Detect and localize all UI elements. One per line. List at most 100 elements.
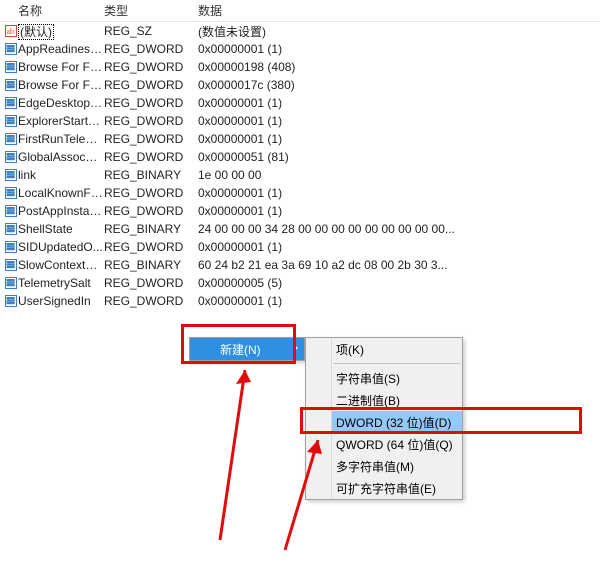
value-type: REG_DWORD — [104, 132, 198, 146]
value-type: REG_DWORD — [104, 78, 198, 92]
value-type: REG_DWORD — [104, 42, 198, 56]
value-data: 0x0000017c (380) — [198, 78, 600, 92]
value-data: 0x00000001 (1) — [198, 186, 600, 200]
context-menu-new-submenu: 项(K) 字符串值(S) 二进制值(B) DWORD (32 位)值(D) QW… — [305, 337, 463, 500]
value-name: link — [18, 168, 104, 182]
value-type: REG_DWORD — [104, 204, 198, 218]
table-row[interactable]: FirstRunTelem...REG_DWORD0x00000001 (1) — [0, 130, 600, 148]
reg-binary-icon — [4, 223, 18, 235]
reg-binary-icon — [4, 43, 18, 55]
menu-item-label: 多字符串值(M) — [336, 458, 414, 475]
submenu-arrow-icon — [293, 344, 298, 352]
table-row[interactable]: SlowContextM...REG_BINARY60 24 b2 21 ea … — [0, 256, 600, 274]
reg-binary-icon — [4, 187, 18, 199]
value-name: SIDUpdatedO... — [18, 240, 104, 254]
value-type: REG_BINARY — [104, 222, 198, 236]
value-type: REG_BINARY — [104, 168, 198, 182]
menu-item-label: 新建(N) — [220, 341, 261, 358]
column-headers: 名称 类型 数据 — [0, 0, 600, 22]
menu-item-new[interactable]: 新建(N) — [190, 338, 304, 360]
reg-string-icon: ab — [4, 25, 18, 37]
value-name: ShellState — [18, 222, 104, 236]
value-list: ab(默认)REG_SZ(数值未设置)AppReadiness...REG_DW… — [0, 22, 600, 310]
value-name: LocalKnownFol... — [18, 186, 104, 200]
table-row[interactable]: Browse For Fol...REG_DWORD0x0000017c (38… — [0, 76, 600, 94]
table-row[interactable]: SIDUpdatedO...REG_DWORD0x00000001 (1) — [0, 238, 600, 256]
reg-binary-icon — [4, 79, 18, 91]
reg-binary-icon — [4, 295, 18, 307]
menu-separator — [334, 363, 460, 364]
reg-binary-icon — [4, 61, 18, 73]
value-data: 60 24 b2 21 ea 3a 69 10 a2 dc 08 00 2b 3… — [198, 258, 600, 272]
table-row[interactable]: GlobalAssocCh...REG_DWORD0x00000051 (81) — [0, 148, 600, 166]
value-data: 0x00000001 (1) — [198, 240, 600, 254]
value-name: TelemetrySalt — [18, 276, 104, 290]
table-row[interactable]: ab(默认)REG_SZ(数值未设置) — [0, 22, 600, 40]
table-row[interactable]: UserSignedInREG_DWORD0x00000001 (1) — [0, 292, 600, 310]
value-data: 0x00000001 (1) — [198, 132, 600, 146]
value-name: SlowContextM... — [18, 258, 104, 272]
value-type: REG_DWORD — [104, 186, 198, 200]
table-row[interactable]: TelemetrySaltREG_DWORD0x00000005 (5) — [0, 274, 600, 292]
value-name: PostAppInstall... — [18, 204, 104, 218]
value-name: AppReadiness... — [18, 42, 104, 56]
value-data: 0x00000001 (1) — [198, 42, 600, 56]
table-row[interactable]: AppReadiness...REG_DWORD0x00000001 (1) — [0, 40, 600, 58]
value-type: REG_DWORD — [104, 96, 198, 110]
reg-binary-icon — [4, 169, 18, 181]
value-data: 0x00000005 (5) — [198, 276, 600, 290]
header-type[interactable]: 类型 — [104, 2, 198, 19]
value-type: REG_DWORD — [104, 114, 198, 128]
value-type: REG_BINARY — [104, 258, 198, 272]
table-row[interactable]: linkREG_BINARY1e 00 00 00 — [0, 166, 600, 184]
reg-binary-icon — [4, 259, 18, 271]
table-row[interactable]: Browse For Fol...REG_DWORD0x00000198 (40… — [0, 58, 600, 76]
menu-item-label: DWORD (32 位)值(D) — [336, 414, 451, 431]
value-data: 0x00000001 (1) — [198, 294, 600, 308]
menu-item-label: QWORD (64 位)值(Q) — [336, 436, 453, 453]
value-name: Browse For Fol... — [18, 78, 104, 92]
value-data: 0x00000198 (408) — [198, 60, 600, 74]
value-type: REG_DWORD — [104, 60, 198, 74]
value-type: REG_DWORD — [104, 276, 198, 290]
table-row[interactable]: EdgeDesktopS...REG_DWORD0x00000001 (1) — [0, 94, 600, 112]
value-data: 0x00000001 (1) — [198, 204, 600, 218]
value-name: ExplorerStartu... — [18, 114, 104, 128]
header-name[interactable]: 名称 — [4, 2, 104, 19]
value-name: FirstRunTelem... — [18, 132, 104, 146]
menu-item-label: 二进制值(B) — [336, 392, 400, 409]
table-row[interactable]: LocalKnownFol...REG_DWORD0x00000001 (1) — [0, 184, 600, 202]
menu-item-label: 项(K) — [336, 341, 364, 358]
table-row[interactable]: ShellStateREG_BINARY24 00 00 00 34 28 00… — [0, 220, 600, 238]
annotation-arrow-icon — [160, 360, 280, 560]
menu-item-label: 字符串值(S) — [336, 370, 400, 387]
value-name: EdgeDesktopS... — [18, 96, 104, 110]
reg-binary-icon — [4, 277, 18, 289]
menu-item-label: 可扩充字符串值(E) — [336, 480, 436, 497]
value-type: REG_DWORD — [104, 240, 198, 254]
value-name: GlobalAssocCh... — [18, 150, 104, 164]
value-name: UserSignedIn — [18, 294, 104, 308]
table-row[interactable]: ExplorerStartu...REG_DWORD0x00000001 (1) — [0, 112, 600, 130]
reg-binary-icon — [4, 205, 18, 217]
value-name: (默认) — [18, 23, 104, 40]
value-type: REG_SZ — [104, 24, 198, 38]
value-name: Browse For Fol... — [18, 60, 104, 74]
reg-binary-icon — [4, 241, 18, 253]
header-data[interactable]: 数据 — [198, 2, 600, 19]
value-data: 24 00 00 00 34 28 00 00 00 00 00 00 00 0… — [198, 222, 600, 236]
reg-binary-icon — [4, 151, 18, 163]
reg-binary-icon — [4, 115, 18, 127]
reg-binary-icon — [4, 97, 18, 109]
table-row[interactable]: PostAppInstall...REG_DWORD0x00000001 (1) — [0, 202, 600, 220]
reg-binary-icon — [4, 133, 18, 145]
value-data: 0x00000001 (1) — [198, 96, 600, 110]
value-data: 0x00000001 (1) — [198, 114, 600, 128]
value-data: 1e 00 00 00 — [198, 168, 600, 182]
svg-text:ab: ab — [7, 27, 15, 36]
value-type: REG_DWORD — [104, 294, 198, 308]
context-menu-main: 新建(N) — [189, 337, 305, 361]
value-data: 0x00000051 (81) — [198, 150, 600, 164]
value-data: (数值未设置) — [198, 23, 600, 40]
value-type: REG_DWORD — [104, 150, 198, 164]
